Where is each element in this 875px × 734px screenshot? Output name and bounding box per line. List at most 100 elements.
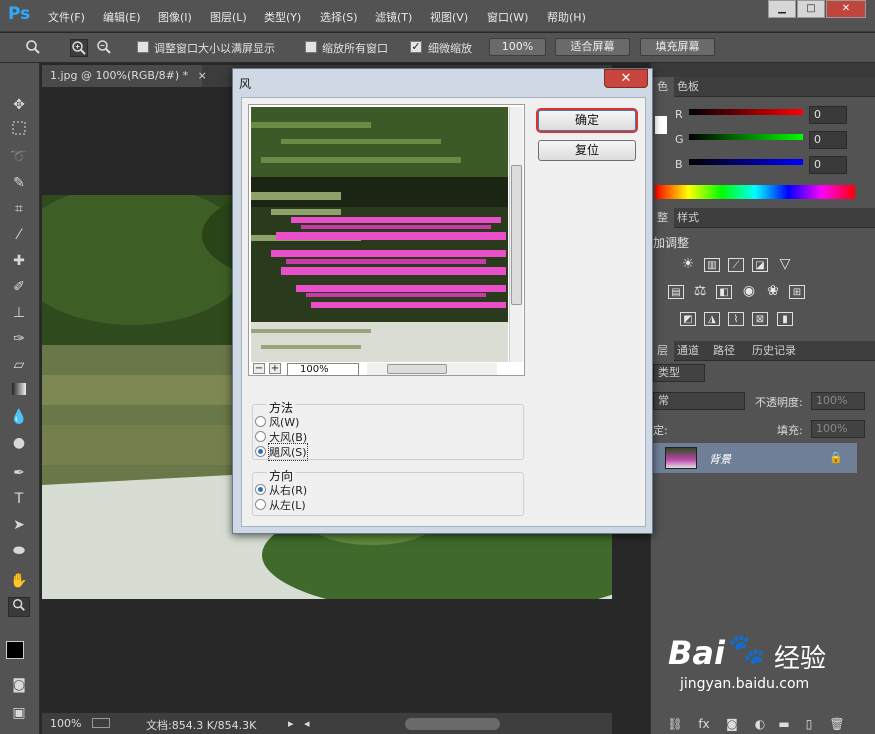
method-wind-radio[interactable] <box>255 416 266 427</box>
fx-icon[interactable]: fx <box>696 717 712 731</box>
clone-stamp-tool-icon[interactable]: ⊥ <box>8 303 30 323</box>
menu-select[interactable]: 选择(S) <box>320 9 358 25</box>
photo-filter-icon[interactable]: ◉ <box>741 284 757 299</box>
fill-input[interactable]: 100% <box>811 420 865 438</box>
quick-mask-icon[interactable]: ◙ <box>8 675 30 695</box>
curves-icon[interactable]: ⟋ <box>728 258 744 272</box>
direction-right-label[interactable]: 从右(R) <box>269 482 307 498</box>
channel-g-slider[interactable] <box>689 134 803 140</box>
maximize-button[interactable]: □ <box>797 0 825 18</box>
document-tab[interactable]: 1.jpg @ 100%(RGB/8#) * × <box>42 65 207 87</box>
foreground-color-swatch[interactable] <box>6 641 24 659</box>
opacity-input[interactable]: 100% <box>811 392 865 410</box>
close-tab-icon[interactable]: × <box>198 69 207 82</box>
direction-left-radio[interactable] <box>255 499 266 510</box>
gradient-map-icon[interactable]: ▮ <box>777 312 793 326</box>
tab-swatches[interactable]: 色板 <box>671 77 705 97</box>
dodge-tool-icon[interactable]: ● <box>8 433 30 453</box>
healing-brush-tool-icon[interactable]: ✚ <box>8 251 30 271</box>
direction-right-radio[interactable] <box>255 484 266 495</box>
status-menu-arrow-icon[interactable]: ▸ <box>288 717 294 730</box>
fit-screen-button[interactable]: 适合屏幕 <box>555 38 630 56</box>
lasso-tool-icon[interactable]: ➰ <box>8 147 30 167</box>
hand-tool-icon[interactable]: ✋ <box>8 571 30 591</box>
menu-layer[interactable]: 图层(L) <box>210 9 247 25</box>
selective-color-icon[interactable]: ⊠ <box>752 312 768 326</box>
tab-paths[interactable]: 路径 <box>707 341 741 361</box>
path-selection-tool-icon[interactable]: ➤ <box>8 515 30 535</box>
ellipse-tool-icon[interactable]: ⬬ <box>8 541 30 561</box>
scroll-left-icon[interactable]: ◂ <box>304 717 310 730</box>
delete-layer-icon[interactable]: 🗑 <box>829 717 845 731</box>
preview-zoom-out-button[interactable]: − <box>253 363 265 374</box>
zoom-tool-preset-icon[interactable] <box>24 39 42 57</box>
zoom-in-icon[interactable] <box>70 39 88 57</box>
status-zoom[interactable]: 100% <box>50 717 81 730</box>
dialog-close-button[interactable]: ✕ <box>604 69 648 88</box>
menu-help[interactable]: 帮助(H) <box>547 9 586 25</box>
type-tool-icon[interactable]: T <box>8 489 30 509</box>
layer-row-background[interactable]: 背景 🔒 <box>651 443 857 473</box>
color-spectrum-bar[interactable] <box>655 185 855 199</box>
new-layer-icon[interactable]: ▯ <box>801 717 817 731</box>
move-tool-icon[interactable]: ✥ <box>8 95 30 115</box>
color-balance-icon[interactable]: ⚖ <box>692 284 708 299</box>
black-white-icon[interactable]: ◧ <box>716 285 732 299</box>
color-lookup-icon[interactable]: ⊞ <box>789 285 805 299</box>
zoom-100-button[interactable]: 100% <box>489 38 546 56</box>
menu-file[interactable]: 文件(F) <box>48 9 85 25</box>
menu-filter[interactable]: 滤镜(T) <box>375 9 412 25</box>
posterize-icon[interactable]: ◮ <box>704 312 720 326</box>
resize-window-checkbox[interactable] <box>137 41 149 53</box>
brightness-icon[interactable]: ☀ <box>680 257 696 272</box>
invert-icon[interactable]: ◩ <box>680 312 696 326</box>
vibrance-icon[interactable]: ▽ <box>777 257 793 272</box>
screen-mode-icon[interactable]: ▣ <box>8 703 30 723</box>
tab-history[interactable]: 历史记录 <box>746 341 802 361</box>
direction-left-label[interactable]: 从左(L) <box>269 497 306 513</box>
fill-screen-button[interactable]: 填充屏幕 <box>640 38 715 56</box>
new-adjustment-layer-icon[interactable]: ◐ <box>752 717 768 731</box>
menu-type[interactable]: 类型(Y) <box>264 9 301 25</box>
layer-kind-filter[interactable]: 类型 <box>653 364 705 382</box>
preview-horizontal-scrollbar[interactable] <box>367 363 497 375</box>
menu-image[interactable]: 图像(I) <box>158 9 192 25</box>
layer-name[interactable]: 背景 <box>709 451 731 467</box>
channel-g-value[interactable]: 0 <box>809 131 847 149</box>
new-group-icon[interactable]: ▬ <box>776 717 792 731</box>
threshold-icon[interactable]: ⌇ <box>728 312 744 326</box>
gradient-tool-icon[interactable] <box>8 381 30 401</box>
channel-b-slider[interactable] <box>689 159 803 165</box>
add-mask-icon[interactable]: ◙ <box>724 717 740 731</box>
brush-tool-icon[interactable]: ✐ <box>8 277 30 297</box>
blur-tool-icon[interactable]: 💧 <box>8 407 30 427</box>
color-swatch-preview[interactable] <box>655 116 667 134</box>
crop-tool-icon[interactable]: ⌗ <box>8 199 30 219</box>
reset-button[interactable]: 复位 <box>538 140 636 161</box>
history-brush-tool-icon[interactable]: ✑ <box>8 329 30 349</box>
tab-channels[interactable]: 通道 <box>671 341 705 361</box>
menu-window[interactable]: 窗口(W) <box>487 9 528 25</box>
zoom-out-icon[interactable] <box>95 39 113 57</box>
link-layers-icon[interactable]: ⛓ <box>667 717 683 731</box>
method-blast-radio[interactable] <box>255 431 266 442</box>
preview-zoom-select[interactable]: 100% <box>287 363 359 376</box>
channel-b-value[interactable]: 0 <box>809 156 847 174</box>
preview-hscroll-thumb[interactable] <box>387 364 447 374</box>
horizontal-scrollbar-thumb[interactable] <box>405 718 500 730</box>
eraser-tool-icon[interactable]: ▱ <box>8 355 30 375</box>
channel-r-value[interactable]: 0 <box>809 106 847 124</box>
zoom-all-checkbox[interactable] <box>305 41 317 53</box>
method-blast-label[interactable]: 大风(B) <box>269 429 307 445</box>
preview-vertical-scrollbar[interactable] <box>509 107 523 362</box>
quick-selection-tool-icon[interactable]: ✎ <box>8 173 30 193</box>
menu-edit[interactable]: 编辑(E) <box>103 9 141 25</box>
pen-tool-icon[interactable]: ✒ <box>8 463 30 483</box>
ok-button[interactable]: 确定 <box>538 110 636 131</box>
preview-zoom-in-button[interactable]: + <box>269 363 281 374</box>
minimize-button[interactable]: ▁ <box>768 0 796 18</box>
scrubby-zoom-checkbox[interactable]: ✓ <box>410 41 422 53</box>
preview-vscroll-thumb[interactable] <box>511 165 522 305</box>
filter-preview-image[interactable] <box>251 107 508 362</box>
tab-styles[interactable]: 样式 <box>671 208 705 228</box>
